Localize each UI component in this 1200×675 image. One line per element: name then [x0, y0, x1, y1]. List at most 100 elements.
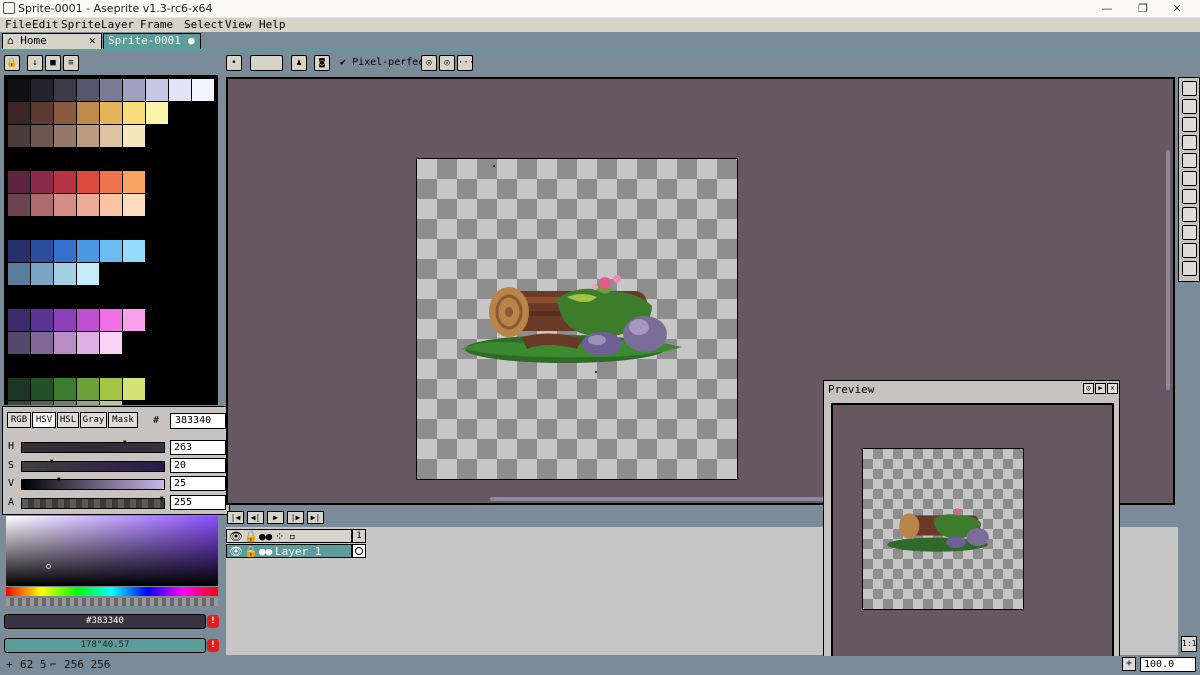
palette-swatch[interactable]: [192, 79, 214, 101]
palette-swatch[interactable]: [54, 263, 76, 285]
palette-swatch[interactable]: [77, 171, 99, 193]
onion-skin-icon[interactable]: ⁘: [275, 530, 284, 543]
hue-value[interactable]: 263: [170, 440, 226, 455]
color-palette[interactable]: [4, 75, 218, 405]
alpha-value[interactable]: 255: [170, 495, 226, 510]
palette-swatch[interactable]: [77, 263, 99, 285]
palette-swatch[interactable]: [77, 240, 99, 262]
palette-presets-icon[interactable]: ■: [45, 55, 61, 71]
preview-close-icon[interactable]: ✕: [1107, 383, 1118, 394]
mode-mask-button[interactable]: Mask: [108, 412, 138, 428]
palette-swatch[interactable]: [31, 102, 53, 124]
palette-options-icon[interactable]: ≡: [63, 55, 79, 71]
palette-sort-icon[interactable]: ↓: [27, 55, 43, 71]
palette-swatch[interactable]: [8, 125, 30, 147]
close-window-button[interactable]: ✕: [1154, 1, 1200, 17]
foreground-color-button[interactable]: #383340: [4, 614, 206, 629]
eraser-tool-icon[interactable]: [1182, 117, 1197, 132]
tab-close-icon[interactable]: ✕: [89, 34, 96, 48]
palette-swatch[interactable]: [8, 171, 30, 193]
palette-swatch[interactable]: [31, 263, 53, 285]
layer-continuous-icon[interactable]: ●●: [259, 545, 272, 558]
palette-swatch[interactable]: [31, 401, 53, 405]
hex-input[interactable]: 383340: [170, 413, 226, 429]
alpha-bar[interactable]: [6, 598, 218, 606]
palette-swatch[interactable]: [123, 171, 145, 193]
palette-swatch[interactable]: [100, 240, 122, 262]
vertical-scrollbar[interactable]: [1166, 150, 1170, 390]
palette-swatch[interactable]: [31, 171, 53, 193]
bg-warning-icon[interactable]: !: [207, 639, 219, 652]
palette-swatch[interactable]: [146, 79, 168, 101]
palette-swatch[interactable]: [77, 401, 99, 405]
padlock-icon[interactable]: 🔒: [244, 530, 258, 543]
palette-swatch[interactable]: [54, 102, 76, 124]
preview-center-icon[interactable]: ◎: [1083, 383, 1094, 394]
rectangle-tool-icon[interactable]: [1182, 225, 1197, 240]
saturation-value[interactable]: 20: [170, 458, 226, 473]
palette-swatch[interactable]: [8, 401, 30, 405]
background-color-button[interactable]: 178°40.57: [4, 638, 206, 653]
palette-swatch[interactable]: [54, 401, 76, 405]
layer-lock-icon[interactable]: 🔒: [244, 545, 258, 558]
palette-swatch[interactable]: [100, 194, 122, 216]
zoom-plus-button[interactable]: +: [1122, 657, 1136, 671]
palette-swatch[interactable]: [100, 309, 122, 331]
tab-home[interactable]: ⌂ Home ✕: [2, 33, 102, 49]
next-frame-button[interactable]: |▶: [287, 511, 304, 524]
palette-swatch[interactable]: [100, 401, 122, 405]
play-button[interactable]: ▶: [267, 511, 284, 524]
palette-swatch[interactable]: [100, 125, 122, 147]
menu-frame[interactable]: Frame: [140, 18, 173, 32]
palette-swatch[interactable]: [146, 102, 168, 124]
palette-swatch[interactable]: [77, 309, 99, 331]
hue-bar[interactable]: [6, 587, 218, 596]
palette-swatch[interactable]: [169, 79, 191, 101]
contour-tool-icon[interactable]: [1182, 243, 1197, 258]
pencil-tool-icon[interactable]: [1182, 99, 1197, 114]
symmetry-options-icon[interactable]: ◎: [439, 55, 455, 71]
palette-swatch[interactable]: [8, 332, 30, 354]
palette-swatch[interactable]: [123, 102, 145, 124]
palette-swatch[interactable]: [54, 79, 76, 101]
palette-swatch[interactable]: [100, 171, 122, 193]
value-value[interactable]: 25: [170, 476, 226, 491]
ink-icon[interactable]: ♟: [291, 55, 307, 71]
palette-swatch[interactable]: [8, 309, 30, 331]
fill-tool-icon[interactable]: [1182, 189, 1197, 204]
line-tool-icon[interactable]: [1182, 207, 1197, 222]
palette-swatch[interactable]: [54, 378, 76, 400]
frame-number-header[interactable]: 1: [352, 529, 366, 543]
mode-hsv-button[interactable]: HSV: [32, 412, 56, 428]
mode-rgb-button[interactable]: RGB: [7, 412, 31, 428]
palette-swatch[interactable]: [77, 194, 99, 216]
palette-swatch[interactable]: [8, 240, 30, 262]
palette-swatch[interactable]: [123, 125, 145, 147]
palette-swatch[interactable]: [123, 79, 145, 101]
palette-swatch[interactable]: [8, 378, 30, 400]
palette-swatch[interactable]: [8, 263, 30, 285]
first-frame-button[interactable]: |◀: [227, 511, 244, 524]
symmetry-icon[interactable]: ◎: [421, 55, 437, 71]
brush-size-field[interactable]: [250, 55, 283, 71]
palette-swatch[interactable]: [54, 240, 76, 262]
palette-swatch[interactable]: [123, 378, 145, 400]
palette-swatch[interactable]: [54, 171, 76, 193]
palette-swatch[interactable]: [77, 79, 99, 101]
palette-swatch[interactable]: [77, 332, 99, 354]
palette-swatch[interactable]: [54, 309, 76, 331]
palette-swatch[interactable]: [31, 309, 53, 331]
pixel-perfect-checkbox[interactable]: ✔ Pixel-perfect: [340, 57, 430, 68]
menu-select[interactable]: Select: [184, 18, 224, 32]
brush-type-icon[interactable]: •: [226, 55, 242, 71]
palette-swatch[interactable]: [100, 378, 122, 400]
tab-sprite[interactable]: Sprite-0001 ●: [103, 33, 201, 49]
palette-swatch[interactable]: [77, 125, 99, 147]
hue-slider[interactable]: ▼: [21, 439, 165, 453]
lock-icon[interactable]: 🔒: [4, 55, 20, 71]
menu-sprite[interactable]: Sprite: [61, 18, 101, 32]
palette-swatch[interactable]: [100, 102, 122, 124]
palette-swatch[interactable]: [123, 194, 145, 216]
saturation-slider[interactable]: ▼: [21, 458, 165, 472]
palette-swatch[interactable]: [100, 79, 122, 101]
